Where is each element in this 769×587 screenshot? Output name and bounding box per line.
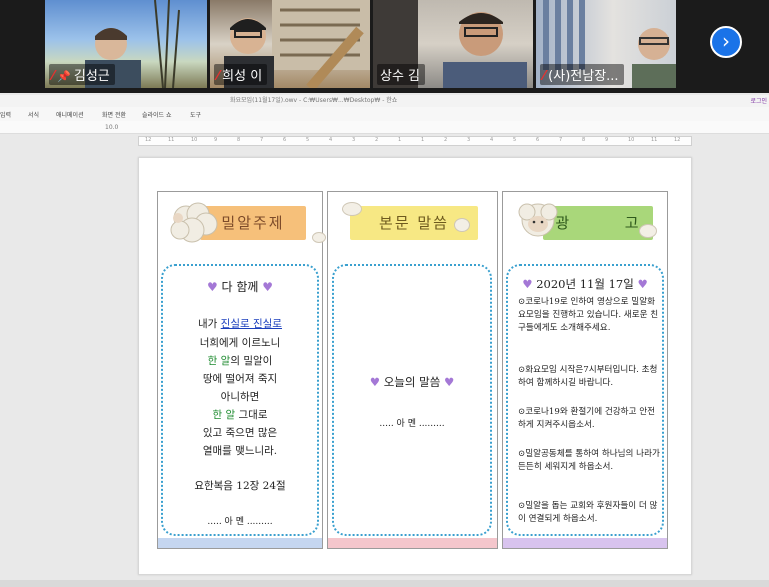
font-size-field[interactable]: 10.0 <box>105 124 118 131</box>
menu-bar: 입력 서식 애니메이션 화면 전환 슬라이드 쇼 도구 <box>0 107 769 122</box>
panel-theme[interactable]: 밀알주제 ♥ 다 함께 ♥ 내가 진실로 진실로 너희에게 이르노니 한 알의 … <box>157 191 326 549</box>
next-participants-button[interactable]: › <box>710 26 742 58</box>
format-toolbar: 10.0 <box>0 121 769 134</box>
menu-item-slideshow[interactable]: 슬라이드 쇼 <box>142 110 172 119</box>
participant-tile-2[interactable]: ⁄ 희성 이 <box>210 0 370 88</box>
verse-line-8: 열매를 맺느니라. <box>202 445 278 457</box>
scripture-box: ♥ 오늘의 말씀 ♥ ..... 아 멘 ......... <box>332 264 492 536</box>
mic-muted-icon[interactable]: ⁄ <box>217 69 219 84</box>
panel-footer <box>158 538 322 548</box>
cloud-icon <box>639 224 657 238</box>
verse-box: ♥ 다 함께 ♥ 내가 진실로 진실로 너희에게 이르노니 한 알의 밀알이 땅… <box>161 264 319 536</box>
panel-announcements[interactable]: 광 고 ♥ 2020년 11월 17일 ♥ ⊙코로나19로 인하여 영상으로 밀… <box>502 191 668 549</box>
slide-page[interactable]: 밀알주제 ♥ 다 함께 ♥ 내가 진실로 진실로 너희에게 이르노니 한 알의 … <box>138 157 692 575</box>
menu-item-animation[interactable]: 애니메이션 <box>56 110 84 119</box>
participant-name-tag: 상수 김 <box>377 64 426 85</box>
verse-line-6: 한 알 그대로 <box>212 409 268 421</box>
pin-icon: 📌 <box>57 70 71 83</box>
announcement-item: ⊙화요모임 시작은7시부터입니다. 초청하여 함께하시길 바랍니다. <box>518 365 658 388</box>
participant-name-tag: ⁄ 📌 김성근 <box>49 64 115 85</box>
mic-muted-icon[interactable]: ⁄ <box>543 69 545 84</box>
chevron-right-icon: › <box>722 29 730 53</box>
participant-tile-1[interactable]: ⁄ 📌 김성근 <box>45 0 207 88</box>
amen-text: ..... 아 멘 ......... <box>379 419 445 429</box>
verse-line-1: 내가 진실로 진실로 <box>198 318 282 330</box>
verse-reference: 요한복음 12장 24절 <box>194 480 286 492</box>
heart-icon: ♥ <box>206 280 218 294</box>
panel-footer <box>328 538 497 548</box>
heart-icon: ♥ <box>369 375 381 389</box>
announcement-item: ⊙밀알공동체를 통하여 하나님의 나라가 든든히 세워지게 하옵소서. <box>518 449 660 472</box>
ruler: 12 11 10 9 8 7 6 5 4 3 2 1 1 2 3 4 5 6 7… <box>138 136 692 146</box>
participant-name-tag: ⁄ 희성 이 <box>214 64 268 85</box>
status-bar <box>0 580 769 587</box>
sheep-icon <box>518 203 558 237</box>
heart-icon: ♥ <box>443 375 455 389</box>
participant-tile-3[interactable]: 상수 김 <box>373 0 533 88</box>
panel-footer <box>503 538 667 548</box>
participant-tile-4[interactable]: ⁄ (사)전남장... <box>536 0 676 88</box>
menu-item-tools[interactable]: 도구 <box>190 110 201 119</box>
announcement-item: ⊙코로나19와 환절기에 건강하고 안전하게 지켜주시옵소서. <box>518 407 656 430</box>
panel-scripture[interactable]: 본문 말씀 ♥ 오늘의 말씀 ♥ ..... 아 멘 ......... <box>327 191 498 549</box>
announcement-box: ♥ 2020년 11월 17일 ♥ ⊙코로나19로 인하여 영상으로 밀알화요모… <box>506 264 664 536</box>
menu-item-format[interactable]: 서식 <box>28 110 39 119</box>
editor-titlebar: 화요모임(11월17일).owv - C:₩Users₩...₩Desktop₩… <box>0 95 769 107</box>
mic-muted-icon[interactable]: ⁄ <box>52 69 54 84</box>
cloud-icon <box>312 232 326 243</box>
amen-text: ..... 아 멘 ......... <box>207 517 273 527</box>
announcement-item: ⊙밀알을 돕는 교회와 후원자들이 더 많이 연결되게 하옵소서. <box>518 501 658 524</box>
verse-line-2: 너희에게 이르노니 <box>199 337 281 349</box>
cloud-icon <box>342 202 362 216</box>
announcement-date: ♥ 2020년 11월 17일 ♥ <box>522 277 648 291</box>
announcement-item: ⊙코로나19로 인하여 영상으로 밀알화요모임을 진행하고 있습니다. 새로운 … <box>518 297 659 333</box>
cloud-icon <box>454 218 470 232</box>
heart-icon: ♥ <box>262 280 274 294</box>
heart-icon: ♥ <box>522 277 533 291</box>
verse-line-3: 한 알의 밀알이 <box>207 355 273 367</box>
sheep-icon <box>170 202 218 243</box>
todays-word-heading: ♥ 오늘의 말씀 ♥ <box>369 375 455 389</box>
verse-line-7: 있고 죽으면 많은 <box>202 427 278 439</box>
verse-line-5: 아니하면 <box>220 391 260 403</box>
menu-item-insert[interactable]: 입력 <box>0 110 11 119</box>
menu-item-transition[interactable]: 화면 전환 <box>102 110 126 119</box>
login-link[interactable]: 로그인 <box>750 96 767 105</box>
participant-name-tag: ⁄ (사)전남장... <box>540 64 624 85</box>
window-title: 화요모임(11월17일).owv - C:₩Users₩...₩Desktop₩… <box>230 97 398 104</box>
verse-heading: ♥ 다 함께 ♥ <box>206 280 274 294</box>
verse-line-4: 땅에 떨어져 죽지 <box>202 373 278 385</box>
heart-icon: ♥ <box>637 277 648 291</box>
video-strip: ⁄ 📌 김성근 ⁄ 희성 이 상수 김 ⁄ (사)전남장... › <box>0 0 769 93</box>
